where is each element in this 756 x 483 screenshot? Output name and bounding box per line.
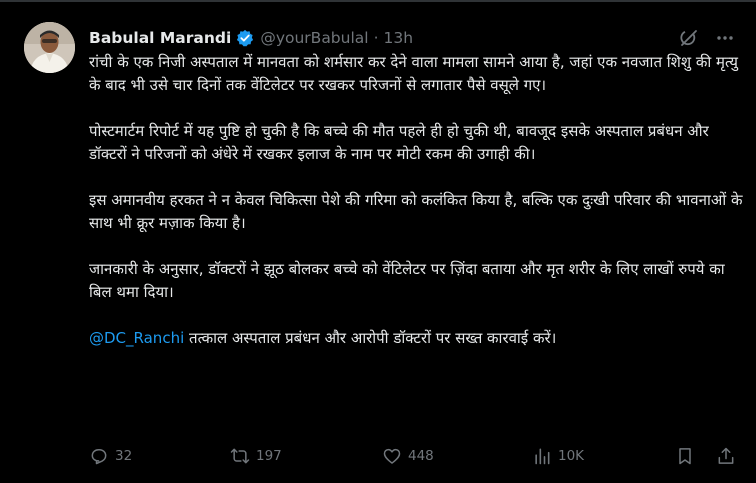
mention-link[interactable]: @DC_Ranchi: [89, 329, 184, 347]
author-name[interactable]: Babulal Marandi: [89, 29, 231, 47]
tweet-card[interactable]: Babulal Marandi @yourBabulal · 13h रांची…: [0, 0, 756, 483]
view-count: 10K: [558, 448, 585, 464]
verified-badge-icon: [236, 29, 254, 47]
tweet-paragraph-2: पोस्टमार्टम रिपोर्ट में यह पुष्टि हो चुक…: [89, 122, 709, 163]
more-icon[interactable]: [715, 28, 735, 48]
tweet-paragraph-5-text: तत्काल अस्पताल प्रबंधन और आरोपी डॉक्टरों…: [184, 329, 557, 347]
share-icon: [718, 447, 734, 464]
reply-count: 32: [115, 448, 133, 464]
bookmark-button[interactable]: [675, 444, 695, 468]
tweet-paragraph-3: इस अमानवीय हरकत ने न केवल चिकित्सा पेशे …: [89, 191, 743, 232]
like-count: 448: [408, 448, 434, 464]
action-bar: 32 197 448 10K: [89, 444, 739, 468]
views-icon: [535, 448, 550, 465]
views-button[interactable]: 10K: [532, 444, 584, 468]
tweet-paragraph-4: जानकारी के अनुसार, डॉक्टरों ने झूठ बोलकर…: [89, 260, 725, 301]
reply-icon: [91, 449, 107, 465]
tweet-text: रांची के एक निजी अस्पताल में मानवता को श…: [89, 51, 749, 373]
grok-icon[interactable]: [679, 28, 699, 48]
repost-icon: [230, 448, 250, 464]
author-handle[interactable]: @yourBabulal: [260, 29, 368, 47]
like-icon: [383, 448, 401, 464]
share-button[interactable]: [716, 444, 736, 468]
reply-button[interactable]: 32: [89, 444, 132, 468]
tweet-header: Babulal Marandi @yourBabulal · 13h: [89, 27, 413, 49]
tweet-paragraph-5: @DC_Ranchi तत्काल अस्पताल प्रबंधन और आरो…: [89, 327, 749, 350]
divider: [0, 0, 756, 2]
repost-count: 197: [256, 448, 282, 464]
like-button[interactable]: 448: [382, 444, 434, 468]
tweet-paragraph-1: रांची के एक निजी अस्पताल में मानवता को श…: [89, 53, 739, 94]
bookmark-icon: [679, 448, 691, 465]
timestamp[interactable]: 13h: [384, 29, 414, 47]
avatar[interactable]: [24, 22, 75, 73]
separator-dot: ·: [373, 29, 379, 47]
repost-button[interactable]: 197: [230, 444, 282, 468]
